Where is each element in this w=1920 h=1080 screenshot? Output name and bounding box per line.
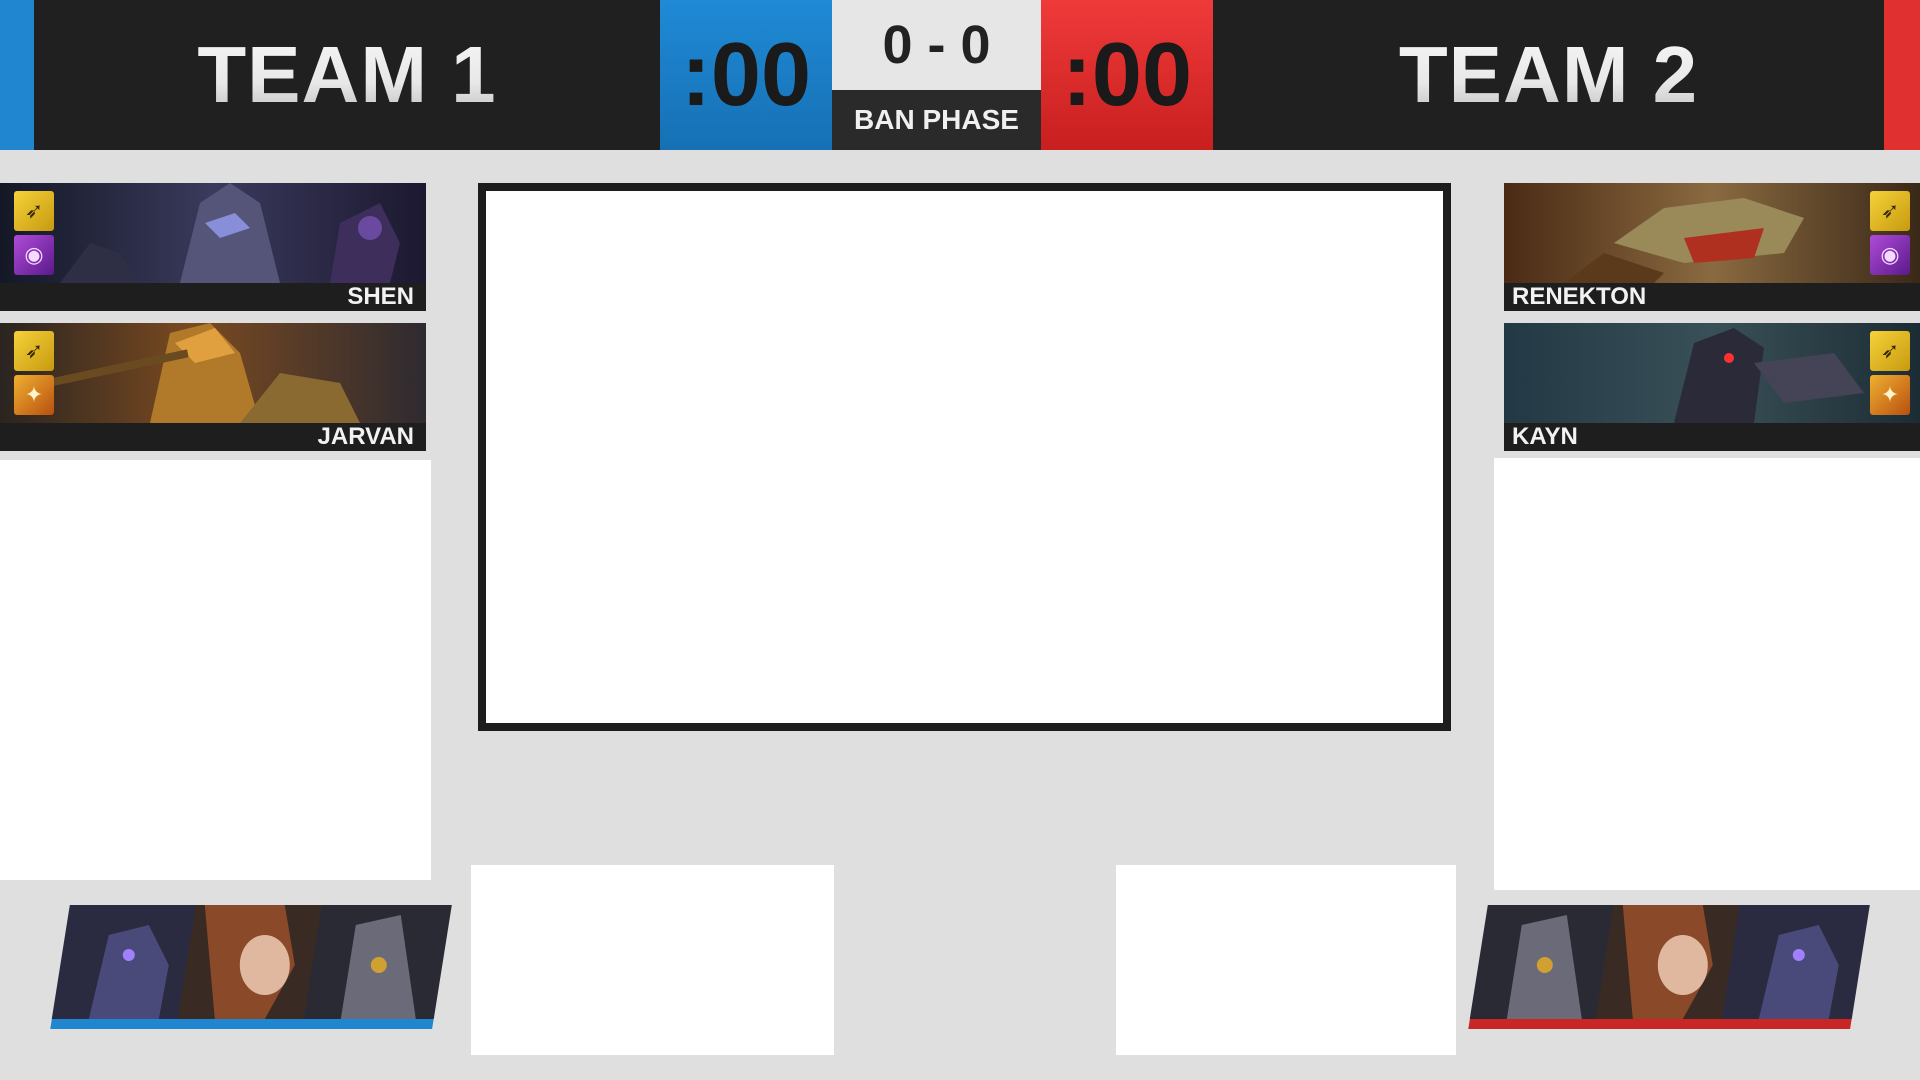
team1-timer: :00 bbox=[660, 0, 832, 150]
team2-empty-pick-area bbox=[1494, 458, 1920, 890]
teleport-icon: ◉ bbox=[1870, 235, 1910, 275]
team2-color-edge bbox=[1884, 0, 1920, 150]
ban-portrait-icon bbox=[1720, 905, 1870, 1019]
ban-portrait-icon bbox=[1594, 905, 1744, 1019]
smite-icon: ✦ bbox=[14, 375, 54, 415]
team1-ban-2 bbox=[176, 905, 326, 1029]
champion-name: KAYN bbox=[1512, 423, 1578, 450]
jarvan-splash-icon bbox=[0, 323, 426, 423]
team2-pick-2: ➶ ✦ KAYN bbox=[1504, 323, 1920, 451]
team1-color-edge bbox=[0, 0, 34, 150]
team1-pick-2: ➶ ✦ JARVAN bbox=[0, 323, 426, 451]
teleport-icon: ◉ bbox=[14, 235, 54, 275]
renekton-splash-icon bbox=[1504, 183, 1920, 283]
team2-pick-1: ➶ ◉ RENEKTON bbox=[1504, 183, 1920, 311]
team2-ban-1 bbox=[1468, 905, 1618, 1029]
team2-info-panel bbox=[1116, 865, 1456, 1055]
team2-ban-2 bbox=[1594, 905, 1744, 1029]
champion-name: JARVAN bbox=[317, 423, 414, 450]
team2-name: TEAM 2 bbox=[1213, 0, 1884, 150]
ban-portrait-icon bbox=[302, 905, 452, 1019]
center-game-frame bbox=[478, 183, 1451, 731]
team2-timer: :00 bbox=[1041, 0, 1213, 150]
phase-label: BAN PHASE bbox=[832, 90, 1041, 150]
team2-ban-3 bbox=[1720, 905, 1870, 1029]
team1-name: TEAM 1 bbox=[34, 0, 660, 150]
team1-empty-pick-area bbox=[0, 460, 431, 880]
flash-icon: ➶ bbox=[14, 331, 54, 371]
team1-pick-1: ➶ ◉ SHEN bbox=[0, 183, 426, 311]
series-score: 0 - 0 bbox=[832, 0, 1041, 90]
team1-ban-3 bbox=[302, 905, 452, 1029]
kayn-splash-icon bbox=[1504, 323, 1920, 423]
shen-splash-icon bbox=[0, 183, 426, 283]
ban-portrait-icon bbox=[50, 905, 200, 1019]
champion-name: RENEKTON bbox=[1512, 283, 1647, 310]
flash-icon: ➶ bbox=[1870, 191, 1910, 231]
team1-ban-1 bbox=[50, 905, 200, 1029]
flash-icon: ➶ bbox=[14, 191, 54, 231]
ban-portrait-icon bbox=[1468, 905, 1618, 1019]
smite-icon: ✦ bbox=[1870, 375, 1910, 415]
ban-portrait-icon bbox=[176, 905, 326, 1019]
flash-icon: ➶ bbox=[1870, 331, 1910, 371]
champion-name: SHEN bbox=[347, 283, 414, 310]
team1-info-panel bbox=[471, 865, 834, 1055]
